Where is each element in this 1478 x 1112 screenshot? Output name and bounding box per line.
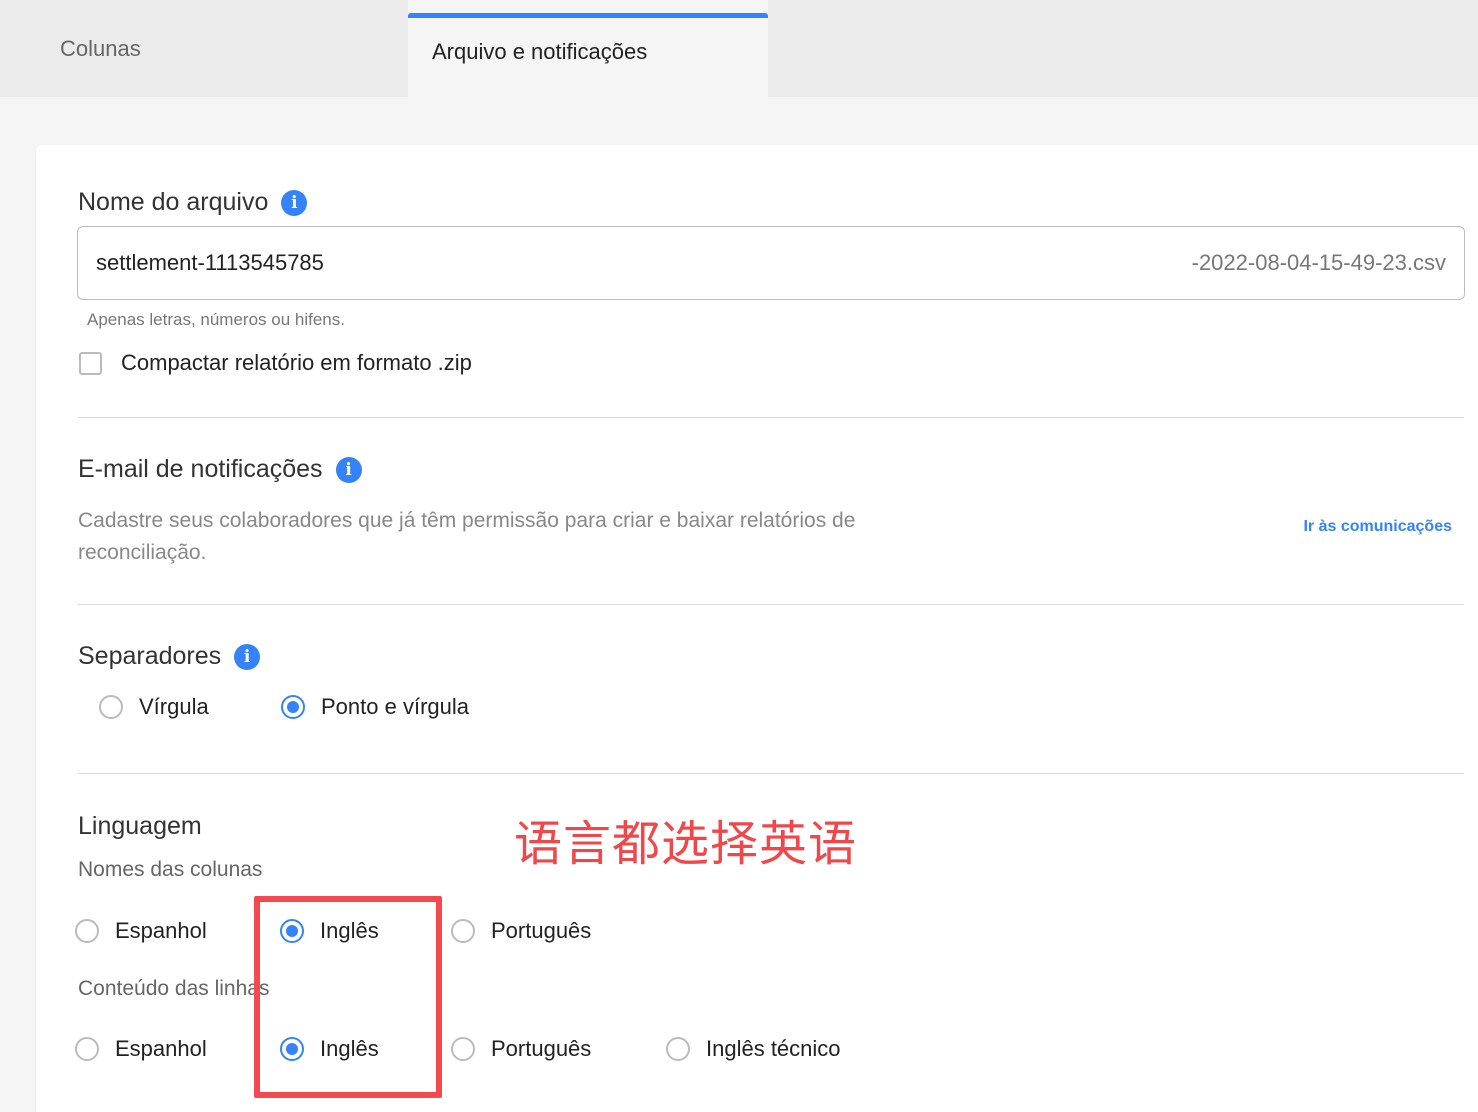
- settings-card: Nome do arquivo i settlement-1113545785 …: [36, 145, 1478, 1112]
- info-icon[interactable]: i: [281, 189, 308, 216]
- row-content-option-ingles-tecnico[interactable]: Inglês técnico: [666, 1036, 841, 1062]
- go-to-communications-link[interactable]: Ir às comunicações: [1303, 518, 1452, 536]
- file-name-heading: Nome do arquivo i: [78, 188, 308, 217]
- zip-checkbox[interactable]: [79, 351, 102, 375]
- email-heading: E-mail de notificações i: [78, 455, 362, 484]
- separators-heading: Separadores i: [78, 642, 261, 671]
- divider: [78, 604, 1464, 605]
- tab-arquivo-notificacoes[interactable]: Arquivo e notificações: [408, 0, 768, 97]
- radio-espanhol[interactable]: [75, 1037, 99, 1061]
- row-content-option-portugues[interactable]: Português: [451, 1036, 591, 1062]
- zip-label: Compactar relatório em formato .zip: [121, 350, 472, 375]
- separator-option-ponto-virgula[interactable]: Ponto e vírgula: [281, 694, 469, 720]
- zip-option[interactable]: Compactar relatório em formato .zip: [79, 350, 472, 376]
- divider: [78, 417, 1464, 418]
- radio-espanhol[interactable]: [75, 919, 99, 943]
- annotation-text: 语言都选择英语: [514, 816, 858, 872]
- row-content-label: Conteúdo das linhas: [78, 977, 270, 1000]
- language-heading: Linguagem: [78, 812, 202, 841]
- info-icon[interactable]: i: [234, 643, 261, 670]
- radio-label: Espanhol: [115, 918, 207, 943]
- radio-portugues[interactable]: [451, 1037, 475, 1061]
- row-content-option-espanhol[interactable]: Espanhol: [75, 1036, 207, 1062]
- radio-label: Português: [491, 1036, 592, 1061]
- tab-colunas[interactable]: Colunas: [60, 0, 141, 97]
- separators-title: Separadores: [78, 642, 222, 670]
- column-names-option-espanhol[interactable]: Espanhol: [75, 918, 207, 944]
- radio-ingles-tecnico[interactable]: [666, 1037, 690, 1061]
- tab-bar: Colunas Arquivo e notificações: [0, 0, 1478, 97]
- radio-label: Vírgula: [139, 694, 209, 719]
- email-description: Cadastre seus colaboradores que já têm p…: [78, 509, 856, 564]
- column-names-option-portugues[interactable]: Português: [451, 918, 591, 944]
- radio-ponto-virgula[interactable]: [281, 695, 305, 719]
- radio-label: Ponto e vírgula: [321, 694, 469, 719]
- radio-label: Português: [491, 918, 592, 943]
- info-icon[interactable]: i: [335, 456, 362, 483]
- radio-label: Espanhol: [115, 1036, 207, 1061]
- email-title: E-mail de notificações: [78, 455, 323, 483]
- language-title: Linguagem: [78, 812, 202, 840]
- divider: [78, 773, 1464, 774]
- radio-virgula[interactable]: [99, 695, 123, 719]
- radio-label: Inglês técnico: [706, 1036, 841, 1061]
- radio-portugues[interactable]: [451, 919, 475, 943]
- column-names-label: Nomes das colunas: [78, 858, 263, 881]
- annotation-highlight-box: [254, 896, 442, 1098]
- file-name-value: settlement-1113545785: [96, 250, 324, 275]
- tab-colunas-label: Colunas: [60, 35, 141, 61]
- file-name-title: Nome do arquivo: [78, 188, 269, 216]
- separator-option-virgula[interactable]: Vírgula: [99, 694, 209, 720]
- file-name-input[interactable]: settlement-1113545785 -2022-08-04-15-49-…: [77, 226, 1465, 300]
- tab-arquivo-label: Arquivo e notificações: [432, 38, 648, 64]
- file-name-helper: Apenas letras, números ou hifens.: [87, 310, 345, 329]
- file-name-suffix: -2022-08-04-15-49-23.csv: [1191, 250, 1446, 275]
